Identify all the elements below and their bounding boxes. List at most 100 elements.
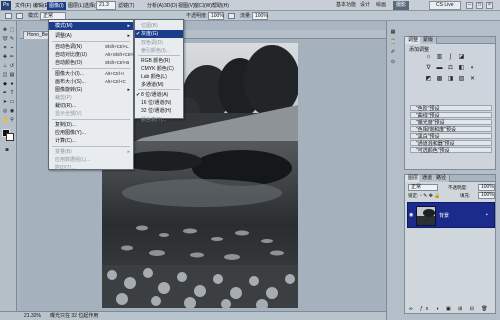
minimize-icon[interactable]: – [466, 2, 473, 9]
3d-rotate-tool-icon[interactable]: ◎ [2, 108, 8, 114]
threshold-icon[interactable]: ◨ [447, 76, 454, 83]
mode-menu-item[interactable]: ✔ 8 位/通道(A) [135, 91, 183, 99]
invert-icon[interactable]: ◩ [425, 76, 432, 83]
preset-exposure[interactable]: "曝光度"预设 [410, 119, 492, 126]
history-icon[interactable]: ⌛ [390, 39, 396, 45]
image-menu-item[interactable]: 计算(C)... [49, 137, 133, 145]
crop-tool-icon[interactable]: ⌗ [2, 45, 8, 51]
layer-footer-icons[interactable]: ∞ ƒx ◑ ▣ ⊞ ⊟ 🗑 [409, 306, 491, 312]
brightness-icon[interactable]: ☼ [425, 54, 432, 61]
blend-mode-select[interactable]: 正常 [408, 184, 438, 191]
workspace-essentials[interactable]: 基本功能 [333, 1, 359, 10]
image-menu-item[interactable]: 裁切(R)... [49, 102, 133, 110]
vibrance-icon[interactable]: ∇ [425, 65, 432, 72]
clone-source-icon[interactable]: ⊙ [390, 59, 396, 65]
close-icon[interactable]: × [486, 2, 493, 9]
exposure-icon[interactable]: ◪ [458, 54, 465, 61]
tool-preset-icon[interactable] [5, 13, 12, 19]
airbrush-icon[interactable] [228, 13, 235, 19]
eyedropper-tool-icon[interactable]: ⌁ [9, 45, 15, 51]
dodge-tool-icon[interactable]: ● [9, 81, 15, 87]
preset-selective-color[interactable]: "可选颜色"预设 [410, 147, 492, 154]
menu-filter[interactable]: 滤镜(T) [116, 2, 136, 10]
image-menu-item: 应用数据组(L)... [49, 156, 133, 164]
preset-black-white[interactable]: "黑白"预设 [410, 133, 492, 140]
color-balance-icon[interactable]: ⚖ [447, 65, 454, 72]
shape-tool-icon[interactable]: ▭ [9, 99, 15, 105]
photo-filter-icon[interactable]: ◐ [469, 65, 476, 72]
selective-color-icon[interactable]: ✕ [469, 76, 476, 83]
image-menu-item[interactable]: 自动对比度(U) Alt+Shift+Ctrl+L [49, 51, 137, 59]
hand-tool-icon[interactable]: ✋ [2, 117, 8, 123]
preset-hue-saturation[interactable]: "色相/饱和度"预设 [410, 126, 492, 133]
opacity-option-input[interactable]: 100% [208, 12, 224, 20]
mode-menu-item[interactable]: 16 位/通道(N) [135, 99, 183, 107]
menu-help[interactable]: 帮助(H) [210, 2, 231, 10]
lasso-tool-icon[interactable]: ➰ [2, 36, 8, 42]
move-tool-icon[interactable]: ✥ [2, 27, 8, 33]
lock-icons[interactable]: ▫ ✎ ✥ 🔒 [420, 193, 441, 199]
workspace-photography[interactable]: 摄影 [393, 1, 410, 10]
preset-channel-mixer[interactable]: "通道混和器"预设 [410, 140, 492, 147]
type-tool-icon[interactable]: T [9, 90, 15, 96]
zoom-select[interactable]: 21.3 [96, 1, 116, 10]
healing-tool-icon[interactable]: ✚ [2, 54, 8, 60]
zoom-tool-icon[interactable]: ⚲ [9, 117, 15, 123]
mode-menu-item[interactable]: RGB 颜色(R) [135, 57, 183, 65]
brush-preset-icon[interactable] [16, 13, 23, 19]
clone-stamp-tool-icon[interactable]: ⊥ [2, 63, 8, 69]
image-menu-item[interactable]: 图像旋转(G) [49, 86, 133, 94]
gradient-tool-icon[interactable]: ▤ [9, 72, 15, 78]
image-menu-item[interactable]: 自动颜色(O) Shift+Ctrl+B [49, 59, 133, 67]
brush-tool-icon[interactable]: ✏ [9, 54, 15, 60]
image-menu-item[interactable]: 应用图像(Y)... [49, 129, 133, 137]
brush-panel-icon[interactable]: ✐ [390, 49, 396, 55]
image-menu-item: 显示全部(V) [49, 110, 133, 118]
layer-opacity-input[interactable]: 100% [478, 184, 495, 191]
quick-select-tool-icon[interactable]: ✎ [9, 36, 15, 42]
image-menu-item[interactable]: 复制(D)... [49, 121, 133, 129]
mode-menu-item[interactable]: 多通道(M) [135, 81, 183, 89]
history-brush-tool-icon[interactable]: ↺ [9, 63, 15, 69]
mode-label: 模式: [28, 13, 40, 19]
hue-saturation-icon[interactable]: ▬ [436, 65, 443, 72]
3d-orbit-tool-icon[interactable]: ◉ [9, 108, 15, 114]
fill-input[interactable]: 100% [478, 192, 495, 199]
layer-row-background[interactable]: ◉ 背景 ▪ [407, 202, 495, 228]
mode-menu-item[interactable]: 32 位/通道(H) [135, 107, 183, 115]
maximize-icon[interactable]: □ [476, 2, 483, 9]
mode-menu-item[interactable]: ✔ 灰度(G) [135, 30, 183, 38]
preset-levels[interactable]: "色阶"预设 [410, 105, 492, 112]
gradient-map-icon[interactable]: ▧ [458, 76, 465, 83]
path-select-tool-icon[interactable]: ➤ [2, 99, 8, 105]
black-white-icon[interactable]: ◧ [458, 65, 465, 72]
blur-tool-icon[interactable]: ◆ [2, 81, 8, 87]
workspace-painting[interactable]: 绘画 [373, 1, 389, 10]
preset-curves[interactable]: "曲线"预设 [410, 112, 492, 119]
status-zoom[interactable]: 21.32% [24, 312, 41, 320]
pen-tool-icon[interactable]: ✒ [2, 90, 8, 96]
quick-mask-icon[interactable]: ◙ [4, 147, 10, 153]
mode-menu-item[interactable]: CMYK 颜色(C) [135, 65, 183, 73]
marquee-tool-icon[interactable]: ⬚ [9, 27, 15, 33]
workspace-design[interactable]: 设计 [357, 1, 373, 10]
levels-icon[interactable]: ▥ [436, 54, 443, 61]
image-menu-item[interactable]: 画布大小(S)... Alt+Ctrl+C [49, 78, 133, 86]
menu-image[interactable]: 图像(I) [47, 2, 66, 10]
eraser-tool-icon[interactable]: ◫ [2, 72, 8, 78]
cs-live-button[interactable]: CS Live [429, 1, 461, 10]
layers-panel-header: 图层 通道 路径 [405, 175, 495, 182]
image-menu-item[interactable]: 自动色调(N) Shift+Ctrl+L [49, 43, 133, 51]
image-menu-item[interactable]: 模式(M) [49, 22, 133, 30]
tab-paths[interactable]: 路径 [433, 175, 451, 182]
background-color-swatch[interactable] [6, 133, 14, 141]
mini-bridge-icon[interactable]: ▦ [390, 29, 396, 35]
visibility-eye-icon[interactable]: ◉ [409, 212, 413, 218]
tab-masks[interactable]: 蒙版 [420, 37, 438, 44]
posterize-icon[interactable]: ▩ [436, 76, 443, 83]
image-menu-item[interactable]: 图像大小(I)... Alt+Ctrl+I [49, 70, 133, 78]
curves-icon[interactable]: ∫ [447, 54, 454, 61]
flow-input[interactable]: 100% [252, 12, 268, 20]
mode-menu-item[interactable]: Lab 颜色(L) [135, 73, 183, 81]
image-menu-item[interactable]: 调整(A) [49, 32, 133, 40]
